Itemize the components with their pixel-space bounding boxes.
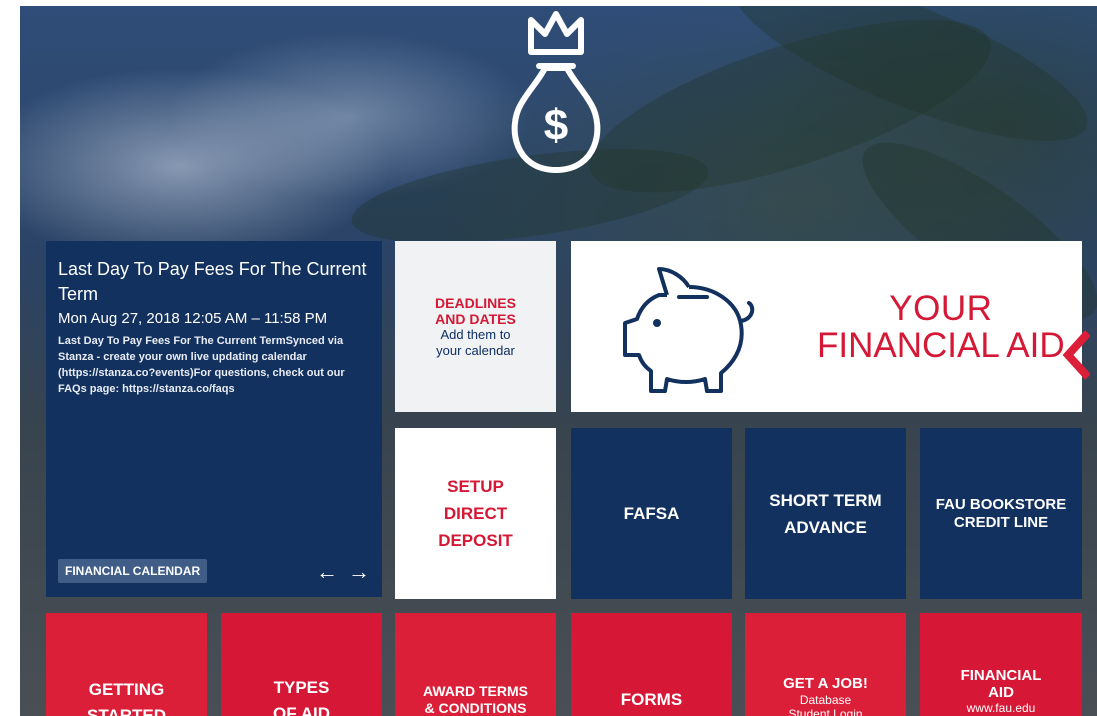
short-term-line2: ADVANCE (784, 517, 867, 537)
fafsa-tile[interactable]: FAFSA (571, 428, 732, 599)
direct-deposit-line3: DEPOSIT (438, 531, 513, 550)
financial-calendar-widget: Last Day To Pay Fees For The Current Ter… (46, 241, 382, 597)
event-description: Last Day To Pay Fees For The Current Ter… (58, 335, 345, 395)
arrow-right-icon[interactable]: → (348, 559, 370, 585)
hero-title-line2: FINANCIAL AID (817, 325, 1065, 365)
svg-text:$: $ (544, 101, 568, 150)
short-term-advance-tile[interactable]: SHORT TERM ADVANCE (745, 428, 906, 599)
forms-label: FORMS (620, 690, 683, 709)
your-financial-aid-tile[interactable]: YOUR FINANCIAL AID (571, 241, 1090, 412)
get-a-job-line1: GET A JOB! (783, 675, 868, 692)
hero-background: $ Last Day To Pay Fees For The Current T… (20, 6, 1097, 716)
types-of-aid-tile[interactable]: TYPES OF AID (221, 613, 382, 716)
fafsa-label: FAFSA (623, 503, 680, 523)
award-terms-line2: & CONDITIONS (424, 700, 527, 716)
piggy-bank-icon (623, 266, 755, 393)
getting-started-tile[interactable]: GETTING STARTED (46, 613, 207, 716)
get-a-job-tile[interactable]: GET A JOB! Database Student Login (745, 613, 906, 716)
financial-aid-site-line1: FINANCIAL (960, 667, 1042, 684)
deadlines-and-dates-tile[interactable]: DEADLINES AND DATES Add them to your cal… (395, 241, 556, 412)
deadlines-line2: AND DATES (435, 310, 516, 327)
short-term-line1: SHORT TERM (769, 490, 882, 510)
money-bag-crown-icon: $ (511, 11, 601, 173)
financial-aid-site-url[interactable]: www.fau.edu (967, 701, 1036, 715)
hero-title-line1: YOUR (889, 288, 993, 328)
award-terms-line1: AWARD TERMS (423, 683, 528, 699)
get-a-job-line3: Student Login (788, 707, 863, 716)
deadlines-line3: Add them to (440, 326, 511, 342)
types-of-aid-line1: TYPES (273, 678, 330, 697)
event-datetime: Mon Aug 27, 2018 12:05 AM – 11:58 PM (58, 310, 328, 327)
get-a-job-line2: Database (799, 693, 852, 707)
bookstore-line2: CREDIT LINE (953, 513, 1049, 531)
direct-deposit-line2: DIRECT (443, 504, 508, 523)
arrow-left-icon[interactable]: ← (316, 559, 338, 585)
forms-tile[interactable]: FORMS (571, 613, 732, 716)
financial-aid-site-line2: AID (988, 684, 1014, 701)
types-of-aid-line2: OF AID (273, 704, 330, 716)
financial-aid-website-tile[interactable]: FINANCIAL AID www.fau.edu (920, 613, 1082, 716)
deadlines-line1: DEADLINES (435, 294, 516, 311)
fau-bookstore-credit-line-tile[interactable]: FAU BOOKSTORE CREDIT LINE (920, 428, 1082, 599)
chevron-left-icon[interactable] (1062, 329, 1090, 381)
event-title[interactable]: Last Day To Pay Fees For The Current Ter… (58, 257, 370, 307)
deadlines-line4: your calendar (436, 342, 515, 358)
bookstore-line1: FAU BOOKSTORE (935, 495, 1067, 513)
financial-calendar-button[interactable]: FINANCIAL CALENDAR (58, 559, 208, 583)
setup-direct-deposit-tile[interactable]: SETUP DIRECT DEPOSIT (395, 428, 556, 599)
getting-started-line2: STARTED (86, 706, 166, 716)
getting-started-line1: GETTING (88, 680, 165, 699)
award-terms-conditions-tile[interactable]: AWARD TERMS & CONDITIONS (395, 613, 556, 716)
direct-deposit-line1: SETUP (447, 477, 504, 496)
